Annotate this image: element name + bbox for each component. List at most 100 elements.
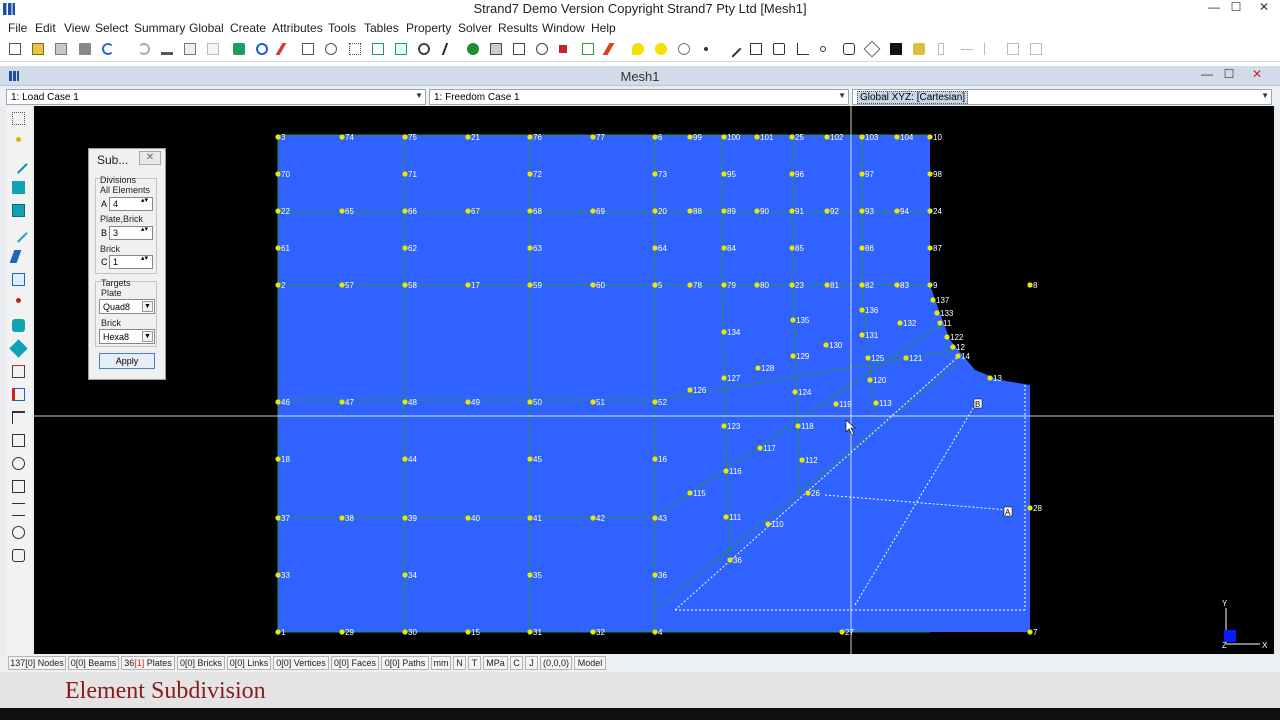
attribute-icon[interactable] [913, 43, 925, 55]
freedom-case-dropdown[interactable]: 1: Freedom Case 1 ▼ [429, 89, 849, 105]
node-tool-icon[interactable] [655, 43, 667, 55]
view-3d-icon[interactable] [490, 43, 502, 55]
create-brick-icon[interactable] [12, 204, 25, 217]
status-vertices[interactable]: 0[0] Vertices [273, 656, 329, 670]
status-unit-c[interactable]: C [510, 656, 523, 670]
grid-icon[interactable] [513, 43, 525, 55]
mdi-close-button[interactable]: ✕ [1246, 67, 1268, 84]
menu-summary[interactable]: Summary [134, 21, 185, 35]
menu-property[interactable]: Property [406, 21, 451, 35]
target-icon[interactable] [536, 43, 548, 55]
mesh-icon[interactable] [233, 43, 245, 55]
mesh-tool-icon[interactable] [12, 480, 25, 493]
menu-create[interactable]: Create [230, 21, 266, 35]
status-unit-j[interactable]: J [525, 656, 538, 670]
search-tool-icon[interactable] [12, 526, 25, 539]
dim-icon-2[interactable] [961, 49, 973, 61]
menu-select[interactable]: Select [95, 21, 128, 35]
line-icon[interactable] [724, 40, 742, 58]
status-unit-temperature[interactable]: T [468, 656, 481, 670]
coordinate-system-dropdown[interactable]: Global XYZ: [Cartesian] ▼ [852, 89, 1272, 105]
load-case-dropdown[interactable]: 1: Load Case 1 ▼ [6, 89, 426, 105]
vertex-tool-icon[interactable] [12, 273, 25, 286]
plate-target-dropdown[interactable]: Quad8 ▼ [99, 299, 155, 314]
menu-results[interactable]: Results [498, 21, 538, 35]
dim-icon-1[interactable] [938, 43, 944, 55]
status-faces[interactable]: 0[0] Faces [331, 656, 379, 670]
menu-edit[interactable]: Edit [35, 21, 56, 35]
menu-attributes[interactable]: Attributes [272, 21, 323, 35]
save-icon[interactable] [55, 43, 67, 55]
sweep-icon[interactable] [12, 388, 25, 401]
status-unit-stress[interactable]: MPa [483, 656, 508, 670]
magnifier-icon[interactable] [418, 43, 430, 55]
maximize-window-button[interactable]: ☐ [1225, 0, 1247, 17]
refresh-icon[interactable] [256, 43, 268, 55]
node-select-icon[interactable] [632, 43, 644, 55]
select-pointer-icon[interactable] [441, 43, 459, 55]
mdi-minimize-button[interactable]: — [1196, 67, 1218, 84]
menu-window[interactable]: Window [542, 21, 585, 35]
fit-icon[interactable] [395, 43, 407, 55]
b-spinner-arrows-icon[interactable]: ▴▾ [141, 226, 149, 233]
menu-global[interactable]: Global [189, 21, 224, 35]
model-canvas[interactable]: 3 74 75 21 76 77 6 99 100 101 25 102 103 104 10 70 71 72 7… [34, 106, 1274, 654]
flag-icon[interactable] [559, 45, 567, 53]
menu-tools[interactable]: Tools [328, 21, 356, 35]
print-icon[interactable] [79, 43, 91, 55]
rotate-icon[interactable] [349, 43, 361, 55]
path-icon[interactable] [863, 40, 881, 58]
vertex-icon[interactable] [820, 46, 826, 52]
extrude-icon[interactable] [12, 365, 25, 378]
new-file-icon[interactable] [9, 43, 21, 55]
globe-icon[interactable] [467, 43, 479, 55]
cut-icon[interactable] [161, 43, 173, 55]
connect-icon[interactable] [12, 411, 25, 424]
plate-icon[interactable] [750, 43, 762, 55]
erase-icon[interactable] [602, 43, 615, 55]
open-folder-icon[interactable] [32, 43, 44, 55]
create-link-icon[interactable] [9, 224, 28, 243]
rotate-tool-icon[interactable] [12, 457, 25, 470]
pen-icon[interactable] [9, 250, 22, 263]
menu-tables[interactable]: Tables [364, 21, 399, 35]
undo-icon[interactable] [102, 43, 114, 55]
ruler-icon[interactable] [9, 339, 28, 358]
zoom-extents-icon[interactable] [325, 43, 337, 55]
close-window-button[interactable]: ✕ [1253, 0, 1275, 17]
a-spinner-arrows-icon[interactable]: ▴▾ [141, 197, 149, 204]
status-mode[interactable]: Model [574, 656, 606, 670]
mdi-maximize-button[interactable]: ☐ [1218, 67, 1240, 84]
inspect-icon[interactable] [12, 549, 25, 562]
menu-file[interactable]: File [8, 21, 27, 35]
face-icon[interactable] [843, 43, 855, 55]
menu-help[interactable]: Help [591, 21, 616, 35]
status-paths[interactable]: 0[0] Paths [381, 656, 429, 670]
bulb-icon[interactable] [678, 43, 690, 55]
link-icon[interactable] [797, 43, 809, 55]
subdivide-icon[interactable] [12, 434, 25, 447]
cylinder-icon[interactable] [12, 319, 25, 332]
brick-target-dropdown[interactable]: Hexa8 ▼ [99, 329, 155, 344]
close-panel-button[interactable]: ✕ [139, 151, 161, 165]
status-links[interactable]: 0[0] Links [227, 656, 271, 670]
pencil-icon[interactable] [275, 43, 287, 55]
status-plates[interactable]: 36[1] Plates [121, 656, 175, 670]
create-node-icon[interactable] [16, 137, 21, 142]
dim-icon-5[interactable] [1030, 43, 1042, 55]
pan-icon[interactable] [372, 43, 384, 55]
create-plate-icon[interactable] [12, 181, 25, 194]
menu-view[interactable]: View [64, 21, 90, 35]
point-tool-icon[interactable] [16, 298, 21, 303]
status-beams[interactable]: 0[0] Beams [68, 656, 119, 670]
point-icon[interactable] [704, 47, 708, 51]
dim-icon-3[interactable] [984, 43, 996, 55]
status-unit-force[interactable]: N [453, 656, 466, 670]
menu-solver[interactable]: Solver [458, 21, 492, 35]
zoom-window-icon[interactable] [302, 43, 314, 55]
apply-button[interactable]: Apply [99, 353, 155, 369]
status-bricks[interactable]: 0[0] Bricks [177, 656, 225, 670]
dim-icon-4[interactable] [1007, 43, 1019, 55]
redo-icon[interactable] [138, 43, 150, 55]
status-unit-length[interactable]: mm [431, 656, 451, 670]
